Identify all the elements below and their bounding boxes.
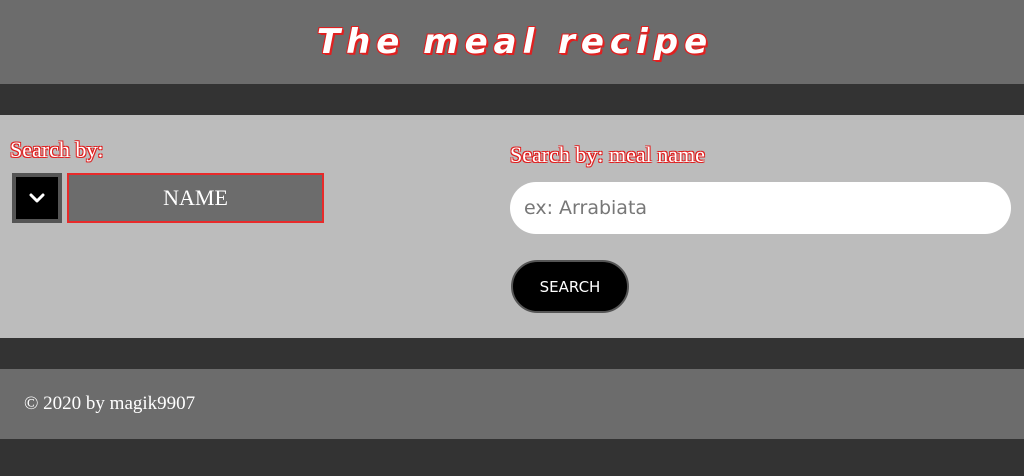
footer-copyright: © 2020 by magik9907 [24,393,196,414]
meal-name-search-input[interactable] [510,182,1011,234]
page-title: The meal recipe [316,22,714,62]
search-by-label: Search by: [10,137,104,162]
search-type-select[interactable]: NAME [67,173,324,223]
search-type-toggle-button[interactable] [12,173,62,223]
page-header: The meal recipe [0,0,1024,84]
chevron-down-icon [29,193,45,203]
search-button[interactable]: SEARCH [511,260,629,313]
search-panel: Search by: NAME Search by: meal name SEA… [0,115,1024,338]
page-footer: © 2020 by magik9907 [0,369,1024,439]
search-by-meal-name-label: Search by: meal name [510,142,705,167]
